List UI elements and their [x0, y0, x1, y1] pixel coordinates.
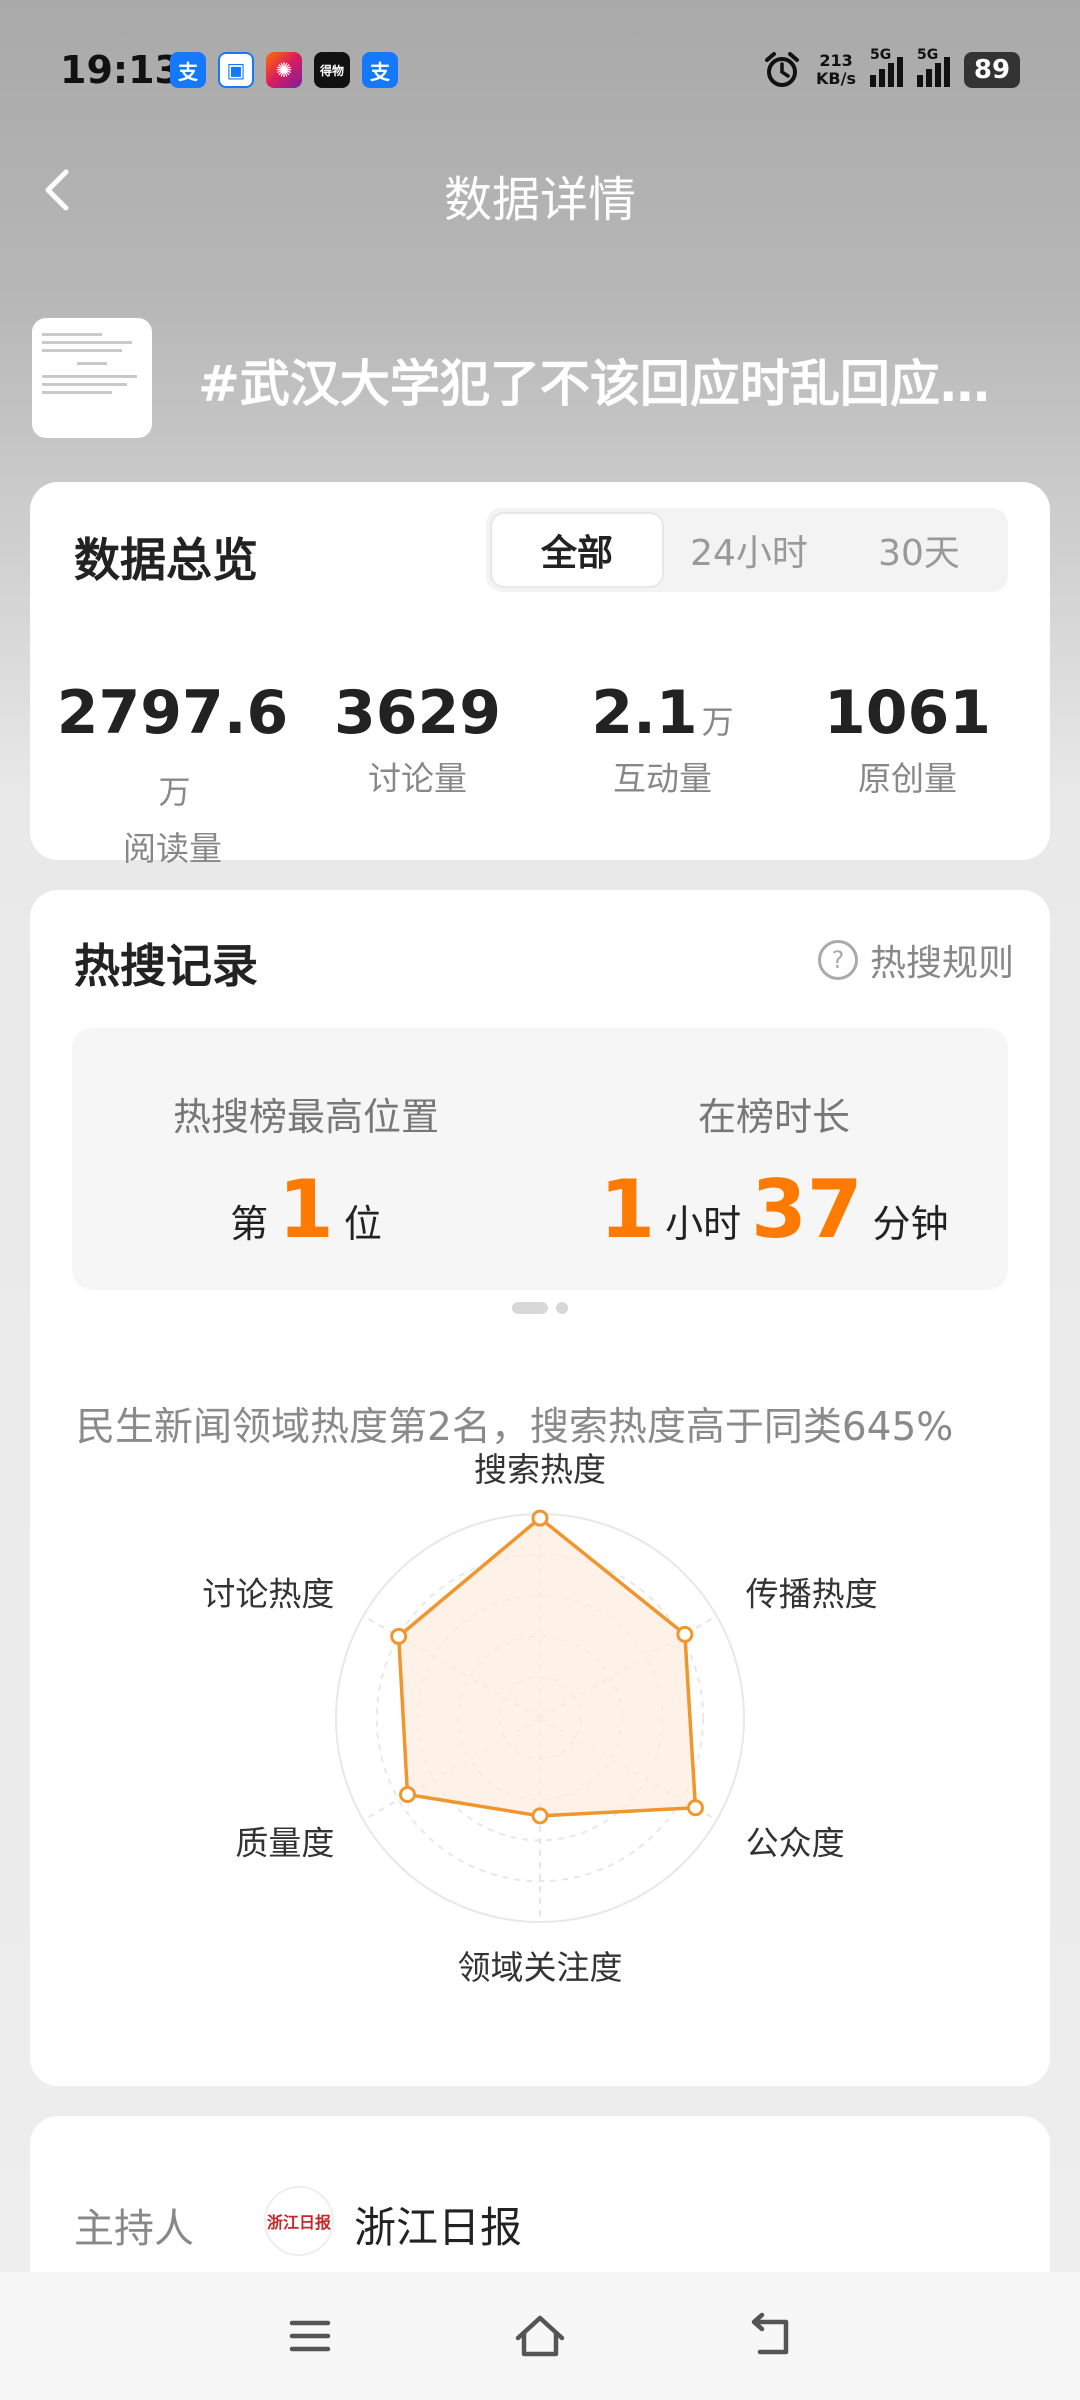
radar-point — [531, 1807, 549, 1825]
home-icon[interactable] — [510, 2306, 570, 2366]
page-title: 数据详情 — [443, 172, 636, 228]
radar-point — [676, 1625, 694, 1643]
status-time: 19:13 — [60, 48, 181, 92]
radar-axis-label: 质量度 — [235, 1824, 334, 1863]
page-indicator — [30, 1302, 1050, 1314]
stat-discussions: 3629 讨论量 — [334, 678, 501, 798]
peak-number: 1 — [278, 1163, 334, 1256]
peak-position: 热搜榜最高位置 第 1 位 — [172, 1095, 439, 1256]
alipay-icon: 支 — [362, 52, 398, 88]
hot-search-card: 热搜记录 ? 热搜规则 热搜榜最高位置 第 1 位 在榜时长 1 小时 37 分… — [30, 890, 1050, 2086]
hot-search-rules-link[interactable]: ? 热搜规则 — [817, 934, 1014, 986]
host-label: 主持人 — [74, 2206, 194, 2252]
topic-thumbnail — [32, 318, 152, 438]
question-icon: ? — [817, 940, 858, 980]
radar-axis-label: 领域关注度 — [458, 1948, 623, 1987]
topic-title: #武汉大学犯了不该回应时乱回应… — [198, 355, 990, 413]
nav-bar: 数据详情 — [0, 140, 1080, 240]
time-range-tabs: 全部 24小时 30天 — [486, 508, 1008, 592]
status-indicators: 213 KB/s 5G 5G 89 — [762, 47, 1020, 90]
radar-axis-label: 搜索热度 — [474, 1450, 606, 1489]
radar-axis-label: 传播热度 — [746, 1575, 878, 1614]
system-nav-bar — [0, 2272, 1080, 2400]
overview-title: 数据总览 — [74, 533, 258, 587]
net-speed: 213 KB/s — [816, 51, 856, 88]
radar-axis-label: 讨论热度 — [202, 1575, 334, 1614]
stat-interactions: 2.1 万 互动量 — [591, 678, 734, 798]
radar-point — [390, 1627, 408, 1645]
topic-header[interactable]: #武汉大学犯了不该回应时乱回应… — [32, 318, 1052, 442]
alarm-icon — [765, 52, 800, 87]
stat-original: 1061 原创量 — [824, 678, 991, 798]
tab-30d[interactable]: 30天 — [834, 512, 1004, 588]
rank-summary: 热搜榜最高位置 第 1 位 在榜时长 1 小时 37 分钟 — [72, 1028, 1008, 1290]
photo-app-icon: ✺ — [266, 52, 302, 88]
dewu-app-icon: 得物 — [314, 52, 350, 88]
overview-stats: 2797.6万 阅读量 3629 讨论量 2.1 万 互动量 1061 原创量 — [50, 678, 1030, 870]
alipay-icon: 支 — [170, 52, 206, 88]
notification-icons: 支 ▣ ✺ 得物 支 — [170, 52, 398, 88]
host-name[interactable]: 浙江日报 — [354, 2194, 522, 2255]
signal-icon: 5G — [917, 47, 950, 87]
menu-icon[interactable] — [280, 2306, 340, 2366]
duration-minutes: 37 — [751, 1163, 863, 1256]
radar-point — [398, 1786, 416, 1803]
tab-all[interactable]: 全部 — [490, 512, 664, 588]
signal-icon: 5G — [870, 47, 903, 87]
on-list-duration: 在榜时长 1 小时 37 分钟 — [599, 1095, 949, 1256]
radar-point — [531, 1509, 549, 1527]
tab-24h[interactable]: 24小时 — [664, 512, 834, 588]
status-bar: 19:13 支 ▣ ✺ 得物 支 213 KB/s 5G 5G 89 — [0, 0, 1080, 140]
host-avatar[interactable]: 浙江日报 — [264, 2186, 334, 2256]
radar-series-area — [396, 1516, 698, 1818]
back-icon[interactable] — [740, 2306, 800, 2366]
overview-card: 数据总览 全部 24小时 30天 2797.6万 阅读量 3629 讨论量 2.… — [30, 482, 1050, 868]
radar-axis-label: 公众度 — [746, 1824, 845, 1863]
hot-search-title: 热搜记录 — [74, 939, 258, 993]
radar-point — [686, 1799, 704, 1817]
battery-indicator: 89 — [964, 52, 1020, 88]
hot-search-description: 民生新闻领域热度第2名，搜索热度高于同类645% — [76, 1405, 954, 1450]
stat-reads: 2797.6万 阅读量 — [56, 678, 289, 868]
duration-hours: 1 — [599, 1163, 656, 1256]
chat-app-icon: ▣ — [218, 52, 254, 88]
radar-chart: 搜索热度传播热度公众度领域关注度 质量度 讨论热度 — [202, 1450, 878, 1987]
